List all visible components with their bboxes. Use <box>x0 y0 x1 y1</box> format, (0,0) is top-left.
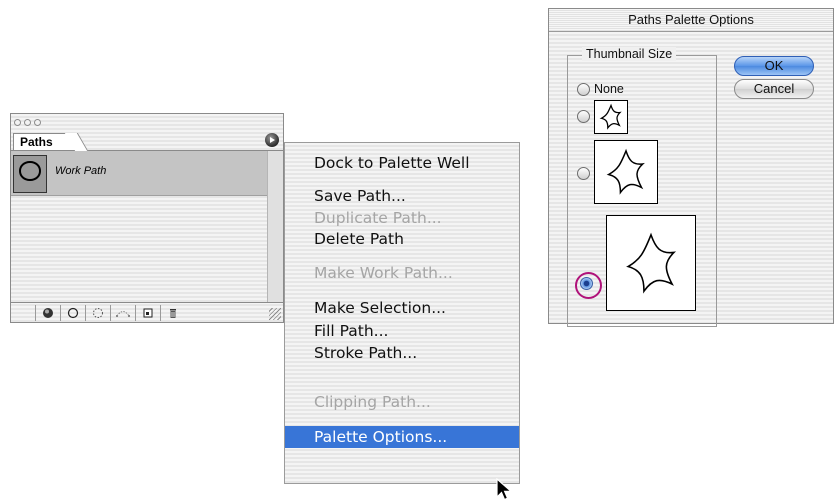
dialog-body: Thumbnail Size None OK Cancel <box>549 32 833 327</box>
radio-none[interactable] <box>577 83 590 96</box>
thumbnail-large-preview <box>606 215 696 311</box>
palette-titlebar[interactable] <box>11 114 283 130</box>
menu-item-duplicate-path: Duplicate Path... <box>314 209 442 227</box>
menu-item-save-path[interactable]: Save Path... <box>285 185 519 207</box>
menu-item-clipping-path: Clipping Path... <box>314 393 431 411</box>
ok-button[interactable]: OK <box>734 56 814 76</box>
trash-icon[interactable] <box>160 304 185 321</box>
palette-tabbar: Paths <box>11 130 283 151</box>
paths-palette-options-dialog: Paths Palette Options Thumbnail Size Non… <box>548 8 834 327</box>
palette-bottom-toolbar <box>11 302 283 322</box>
palette-menu-arrow-icon[interactable] <box>265 133 279 147</box>
close-light-icon[interactable] <box>14 118 21 126</box>
thumbnail-size-group: Thumbnail Size None <box>567 47 717 327</box>
path-name: Work Path <box>55 165 107 177</box>
palette-flyout-menu: Dock to Palette Well Save Path... Duplic… <box>284 142 520 484</box>
make-work-path-icon[interactable] <box>110 304 135 321</box>
menu-item-make-work-path: Make Work Path... <box>314 264 453 282</box>
menu-item-palette-options[interactable]: Palette Options... <box>285 426 519 448</box>
path-list: Work Path <box>11 151 267 302</box>
thumbnail-small-preview <box>594 100 628 134</box>
selection-highlight-ring <box>575 272 602 299</box>
new-path-icon[interactable] <box>135 304 160 321</box>
minimize-light-icon[interactable] <box>24 118 31 126</box>
palette-scrollbar[interactable] <box>267 151 283 302</box>
radio-medium[interactable] <box>577 167 590 180</box>
stroke-path-icon[interactable] <box>60 304 85 321</box>
thumbnail-medium-preview <box>594 140 658 204</box>
path-row-work-path[interactable]: Work Path <box>11 151 267 196</box>
thumbnail-size-label: Thumbnail Size <box>582 47 677 61</box>
menu-item-delete-path[interactable]: Delete Path <box>285 228 519 250</box>
resize-grip[interactable] <box>269 308 281 320</box>
menu-item-fill-path[interactable]: Fill Path... <box>285 320 519 342</box>
load-selection-icon[interactable] <box>85 304 110 321</box>
cancel-button[interactable]: Cancel <box>734 79 814 99</box>
mouse-pointer-icon <box>496 478 513 501</box>
menu-item-stroke-path[interactable]: Stroke Path... <box>285 342 519 364</box>
paths-palette: Paths Work Path <box>10 113 284 323</box>
dialog-title[interactable]: Paths Palette Options <box>549 9 833 32</box>
fill-path-icon[interactable] <box>35 304 60 321</box>
menu-item-make-selection[interactable]: Make Selection... <box>285 297 519 319</box>
radio-none-label: None <box>594 82 624 96</box>
menu-item-dock[interactable]: Dock to Palette Well <box>285 152 519 174</box>
radio-small[interactable] <box>577 110 590 123</box>
zoom-light-icon[interactable] <box>34 118 41 126</box>
path-thumbnail <box>13 155 47 193</box>
tab-paths[interactable]: Paths <box>13 133 76 150</box>
